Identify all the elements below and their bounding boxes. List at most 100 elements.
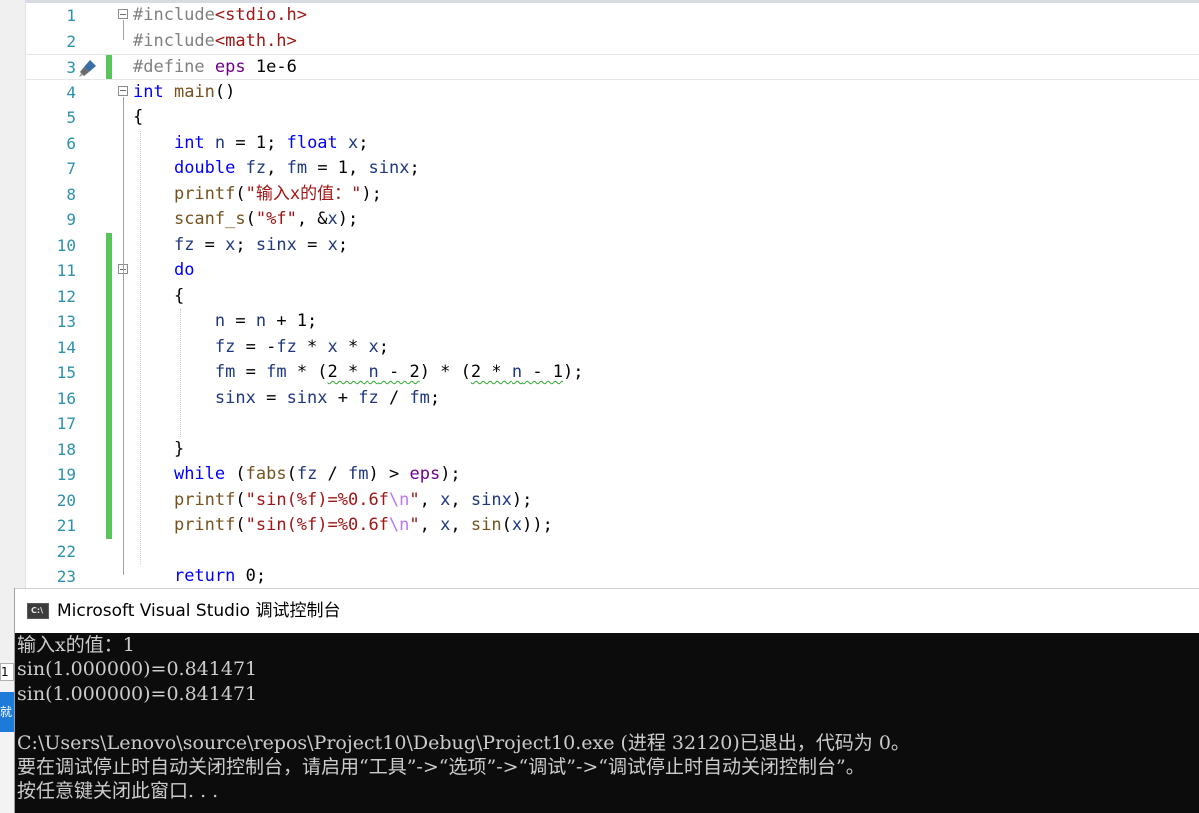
change-indicator <box>106 385 112 411</box>
code-text[interactable]: printf("sin(%f)=%0.6f\n", x, sin(x)); <box>133 513 553 539</box>
change-indicator <box>106 462 112 488</box>
code-text[interactable]: int main() <box>133 80 235 106</box>
code-line-14[interactable]: 14 fz = -fz * x * x; <box>25 334 1199 361</box>
change-indicator <box>106 334 112 360</box>
code-line-3[interactable]: 3 #define eps 1e-6 <box>25 54 1199 80</box>
console-line: 要在调试停止时自动关闭控制台，请启用“工具”->“选项”->“调试”->“调试停… <box>17 755 865 778</box>
line-number: 17 <box>56 414 76 433</box>
code-line-10[interactable]: 10 fz = x; sinx = x; <box>25 232 1199 259</box>
background-tab[interactable]: 1 <box>0 663 14 681</box>
line-number: 12 <box>56 286 76 306</box>
collapse-icon[interactable] <box>118 9 128 19</box>
change-indicator <box>106 309 112 335</box>
code-line-23[interactable]: 23 return 0; <box>25 564 1199 590</box>
change-indicator <box>106 232 112 258</box>
line-number: 5 <box>66 108 76 127</box>
change-indicator <box>106 436 112 462</box>
code-text[interactable]: scanf_s("%f", &x); <box>133 207 358 233</box>
code-line-22[interactable]: 22 <box>25 539 1199 565</box>
code-line-15[interactable]: 15 fm = fm * (2 * n - 2) * (2 * n - 1); <box>25 360 1199 386</box>
code-text[interactable]: fz = x; sinx = x; <box>133 233 348 259</box>
line-number: 22 <box>56 541 76 561</box>
code-line-8[interactable]: 8 printf("输入x的值："); <box>25 182 1199 208</box>
line-number: 2 <box>66 31 76 51</box>
code-line-2[interactable]: 2 #include<math.h> <box>25 29 1199 55</box>
console-title: Microsoft Visual Studio 调试控制台 <box>57 601 341 621</box>
code-line-1[interactable]: 1 #include<stdio.h> <box>25 3 1199 29</box>
console-line: 按任意键关闭此窗口. . . <box>17 780 219 803</box>
code-line-19[interactable]: 19 while (fabs(fz / fm) > eps); <box>25 462 1199 488</box>
line-number: 7 <box>66 159 76 178</box>
code-line-18[interactable]: 18 } <box>25 436 1199 462</box>
console-app-icon: C:\ <box>27 603 49 619</box>
code-text[interactable]: #include<stdio.h> <box>133 3 307 29</box>
fold-guide <box>123 20 124 40</box>
line-number: 15 <box>56 363 76 382</box>
code-line-13[interactable]: 13 n = n + 1; <box>25 309 1199 335</box>
code-text[interactable]: fz = -fz * x * x; <box>133 335 389 361</box>
code-line-17[interactable]: 17 <box>25 411 1199 437</box>
change-indicator <box>106 283 112 309</box>
code-line-12[interactable]: 12 { <box>25 283 1199 309</box>
code-line-7[interactable]: 7 double fz, fm = 1, sinx; <box>25 156 1199 182</box>
line-number: 1 <box>66 6 76 25</box>
console-titlebar[interactable]: C:\ Microsoft Visual Studio 调试控制台 <box>15 588 1199 633</box>
background-status-bar: 就绪 <box>0 692 14 732</box>
code-line-9[interactable]: 9 scanf_s("%f", &x); <box>25 207 1199 233</box>
line-number: 3 <box>66 58 76 77</box>
code-text[interactable]: { <box>133 105 143 131</box>
line-number: 8 <box>66 184 76 204</box>
change-indicator <box>106 411 112 437</box>
change-indicator <box>106 55 112 79</box>
code-line-21[interactable]: 21 printf("sin(%f)=%0.6f\n", x, sin(x)); <box>25 513 1199 539</box>
line-number: 19 <box>56 465 76 484</box>
line-number: 10 <box>56 235 76 255</box>
code-line-4[interactable]: 4 int main() <box>25 80 1199 106</box>
line-number: 11 <box>56 261 76 280</box>
collapse-icon[interactable] <box>118 85 128 96</box>
code-line-11[interactable]: 11 do <box>25 258 1199 284</box>
change-indicator <box>106 513 112 539</box>
line-number: 4 <box>66 82 76 102</box>
code-text[interactable]: fm = fm * (2 * n - 2) * (2 * n - 1); <box>133 360 584 386</box>
line-number: 18 <box>56 439 76 459</box>
code-text[interactable]: while (fabs(fz / fm) > eps); <box>133 462 461 488</box>
code-text[interactable]: #define eps 1e-6 <box>133 55 297 81</box>
code-line-5[interactable]: 5{ <box>25 105 1199 131</box>
code-text[interactable]: printf("sin(%f)=%0.6f\n", x, sinx); <box>133 488 532 514</box>
line-number: 20 <box>56 490 76 510</box>
console-output[interactable]: 输入x的值：1 sin(1.000000)=0.841471 sin(1.00000… <box>17 633 1197 813</box>
console-line: sin(1.000000)=0.841471 <box>17 658 258 681</box>
change-indicator <box>106 360 112 386</box>
fold-guide <box>123 275 124 448</box>
line-number: 21 <box>56 516 76 535</box>
background-window-edge <box>0 660 14 813</box>
code-text[interactable]: do <box>133 258 194 284</box>
change-indicator <box>106 258 112 284</box>
console-line: sin(1.000000)=0.841471 <box>17 682 258 705</box>
code-text[interactable]: return 0; <box>133 564 266 590</box>
code-text[interactable]: printf("输入x的值："); <box>133 182 382 208</box>
code-line-20[interactable]: 20 printf("sin(%f)=%0.6f\n", x, sinx); <box>25 487 1199 514</box>
code-line-6[interactable]: 6 int n = 1; float x; <box>25 131 1199 157</box>
indent-guide <box>140 130 141 564</box>
line-number: 13 <box>56 312 76 331</box>
change-indicator <box>106 487 112 513</box>
indent-guide <box>180 309 181 437</box>
code-text[interactable]: double fz, fm = 1, sinx; <box>133 156 420 182</box>
quick-action-brush-icon[interactable] <box>78 58 98 78</box>
line-number: 14 <box>56 337 76 357</box>
console-line: 输入x的值：1 <box>17 634 135 656</box>
debug-console-window[interactable]: C:\ Microsoft Visual Studio 调试控制台 输入x的值：… <box>14 588 1199 813</box>
code-text[interactable]: n = n + 1; <box>133 309 317 335</box>
code-text[interactable]: #include<math.h> <box>133 29 297 55</box>
code-text[interactable]: int n = 1; float x; <box>133 131 369 157</box>
line-number: 6 <box>66 133 76 153</box>
console-icon-label: C:\ <box>31 606 43 615</box>
line-number: 16 <box>56 388 76 408</box>
line-number: 9 <box>66 210 76 229</box>
console-line: C:\Users\Lenovo\source\repos\Project10\D… <box>17 731 910 754</box>
code-line-16[interactable]: 16 sinx = sinx + fz / fm; <box>25 385 1199 411</box>
line-number: 23 <box>56 567 76 586</box>
